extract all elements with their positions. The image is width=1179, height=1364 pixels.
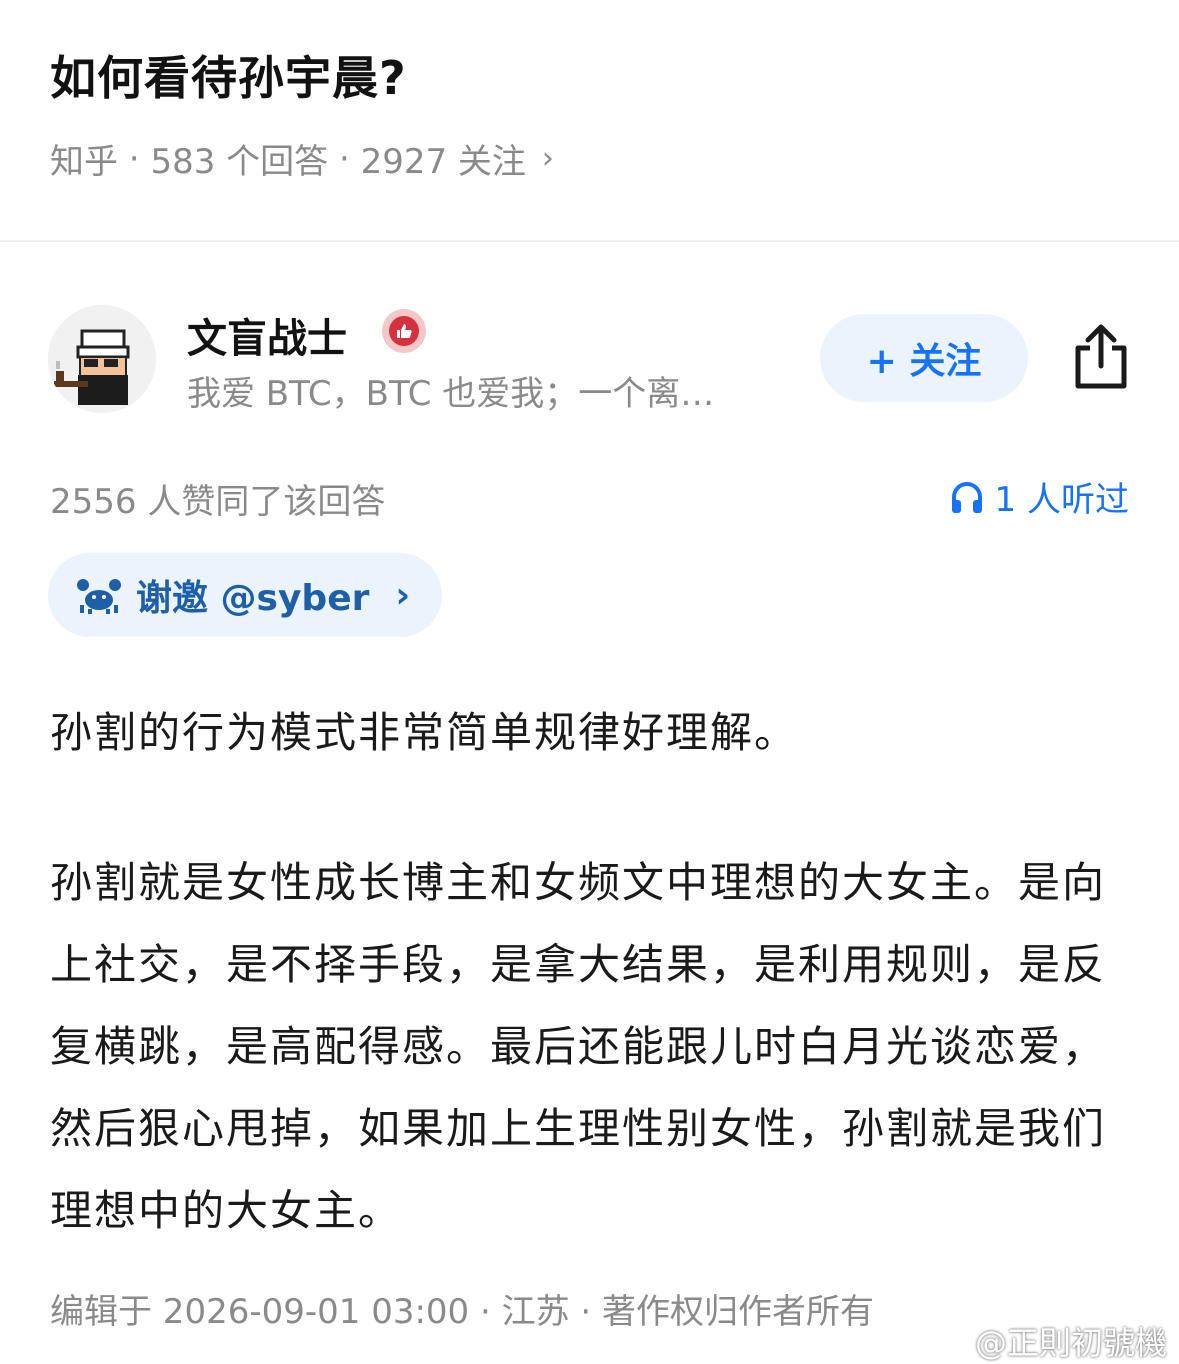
chevron-right-icon[interactable]: ›	[542, 141, 554, 176]
follower-count: 2927 关注	[360, 142, 526, 182]
chevron-right-icon: ›	[395, 574, 411, 616]
avatar[interactable]	[48, 305, 156, 413]
listen-count[interactable]: 1 人听过	[949, 472, 1129, 521]
weibo-icon	[935, 1329, 968, 1355]
invite-pill[interactable]: 谢邀 @syber ›	[48, 553, 442, 637]
thumbs-up-badge-icon	[382, 309, 426, 353]
author-bio: 我爱 BTC，BTC 也爱我；一个离…	[187, 374, 715, 414]
invite-label: 谢邀 @syber	[136, 578, 370, 619]
question-meta[interactable]: 知乎 · 583 个回答 · 2927 关注 ›	[50, 134, 554, 183]
vote-count: 2556 人赞同了该回答	[50, 482, 386, 522]
answer-paragraph-2: 孙割就是女性成长博主和女频文中理想的大女主。是向上社交，是不择手段，是拿大结果，…	[50, 842, 1130, 1252]
watermark-text: @正則初號機	[974, 1324, 1167, 1362]
watermark: @正則初號機	[935, 1318, 1167, 1364]
crab-icon	[77, 579, 121, 614]
answer-count: 583 个回答	[150, 142, 329, 182]
divider	[0, 240, 1179, 242]
edit-footer: 编辑于 2026-09-01 03:00 · 江苏 · 著作权归作者所有	[50, 1292, 875, 1332]
share-icon[interactable]	[1070, 322, 1132, 392]
headphones-icon	[951, 481, 982, 513]
question-title[interactable]: 如何看待孙宇晨?	[50, 42, 407, 108]
author-name[interactable]: 文盲战士	[187, 306, 347, 364]
follow-button[interactable]: + 关注	[820, 314, 1028, 402]
source-label: 知乎	[50, 142, 118, 182]
answer-paragraph-1: 孙割的行为模式非常简单规律好理解。	[50, 708, 799, 757]
listen-label: 1 人听过	[994, 480, 1129, 520]
